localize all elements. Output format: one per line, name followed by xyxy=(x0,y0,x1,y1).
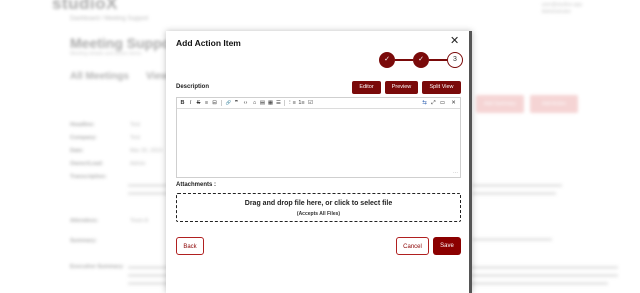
tab-all-meetings[interactable]: All Meetings xyxy=(70,71,129,82)
dropzone-text: Drag and drop file here, or click to sel… xyxy=(244,200,393,207)
breadcrumb: Dashboard / Meeting Support xyxy=(70,16,149,22)
fullscreen-icon[interactable]: ⤢ xyxy=(430,99,437,107)
quote-icon[interactable]: ⊟ xyxy=(211,99,218,107)
progress-stepper: ✓ ✓ 3 xyxy=(379,52,463,70)
step-connector xyxy=(429,59,447,61)
step-1-check-icon: ✓ xyxy=(379,52,395,68)
add-action-item-modal: Add Action Item ✕ ✓ ✓ 3 Description Edit… xyxy=(166,31,472,293)
text-placeholder xyxy=(128,192,168,195)
cancel-button[interactable]: Cancel xyxy=(396,237,429,255)
ordered-list-icon[interactable]: 1≡ xyxy=(297,99,306,107)
quote-mark-icon[interactable]: ❞ xyxy=(233,99,240,107)
toolbar-divider xyxy=(284,100,285,106)
modal-scrollbar[interactable] xyxy=(469,31,472,293)
table-icon[interactable]: ☰ xyxy=(275,99,282,107)
toolbar-divider xyxy=(221,100,222,106)
preview-mode-button[interactable]: Preview xyxy=(385,81,418,94)
editor-toolbar: B I S ≡ ⊟ 🔗 ❞ ‹› ⌂ ▤ ▦ ☰ ⋮≡ 1≡ ☑ ⇆ ⤢ ▭ ✕ xyxy=(177,98,460,109)
code-icon[interactable]: ‹› xyxy=(241,99,250,107)
add-action-button[interactable]: Add Action xyxy=(530,95,578,113)
user-email: user@studiox.app xyxy=(541,2,582,8)
step-3-current: 3 xyxy=(447,52,463,68)
file-dropzone[interactable]: Drag and drop file here, or click to sel… xyxy=(176,193,461,222)
resize-handle-icon[interactable]: ⋯ xyxy=(453,170,458,176)
comment-icon[interactable]: ▤ xyxy=(259,99,266,107)
close-icon[interactable]: ✕ xyxy=(450,36,459,47)
attachments-label: Attachments : xyxy=(176,182,217,188)
save-button[interactable]: Save xyxy=(433,237,461,255)
text-placeholder xyxy=(472,192,556,195)
bold-icon[interactable]: B xyxy=(179,99,186,107)
editor-mode-button[interactable]: Editor xyxy=(352,81,381,94)
italic-icon[interactable]: I xyxy=(187,99,194,107)
dropzone-subtext: (Accepts All Files) xyxy=(296,211,341,217)
hr-icon[interactable]: ≡ xyxy=(203,99,210,107)
strikethrough-icon[interactable]: S xyxy=(195,99,202,107)
split-view-mode-button[interactable]: Split View xyxy=(422,81,461,94)
description-textarea[interactable] xyxy=(177,109,460,177)
preview-icon[interactable]: ▭ xyxy=(439,99,446,107)
task-list-icon[interactable]: ☑ xyxy=(307,99,314,107)
split-view-icon[interactable]: ⇆ xyxy=(421,99,428,107)
page-title: Meeting Support xyxy=(70,35,181,51)
back-button[interactable]: Back xyxy=(176,237,204,255)
text-placeholder xyxy=(472,238,552,241)
image-icon[interactable]: ▦ xyxy=(267,99,274,107)
text-placeholder xyxy=(472,184,562,187)
step-2-check-icon: ✓ xyxy=(413,52,429,68)
step-connector xyxy=(395,59,413,61)
link-icon[interactable]: 🔗 xyxy=(225,99,232,107)
unordered-list-icon[interactable]: ⋮≡ xyxy=(287,99,296,107)
user-role: Administrator xyxy=(541,9,572,15)
modal-title: Add Action Item xyxy=(176,38,241,48)
app-logo: studioX xyxy=(52,0,118,13)
text-placeholder xyxy=(128,184,168,187)
page-subtitle: Meeting details and action items xyxy=(70,51,142,57)
description-editor: B I S ≡ ⊟ 🔗 ❞ ‹› ⌂ ▤ ▦ ☰ ⋮≡ 1≡ ☑ ⇆ ⤢ ▭ ✕… xyxy=(176,97,461,178)
close-editor-icon[interactable]: ✕ xyxy=(450,99,457,107)
user-info: user@studiox.app Administrator xyxy=(542,2,582,16)
add-summary-button[interactable]: Add Summary xyxy=(476,95,524,113)
code-block-icon[interactable]: ⌂ xyxy=(251,99,258,107)
description-label: Description xyxy=(176,84,210,90)
